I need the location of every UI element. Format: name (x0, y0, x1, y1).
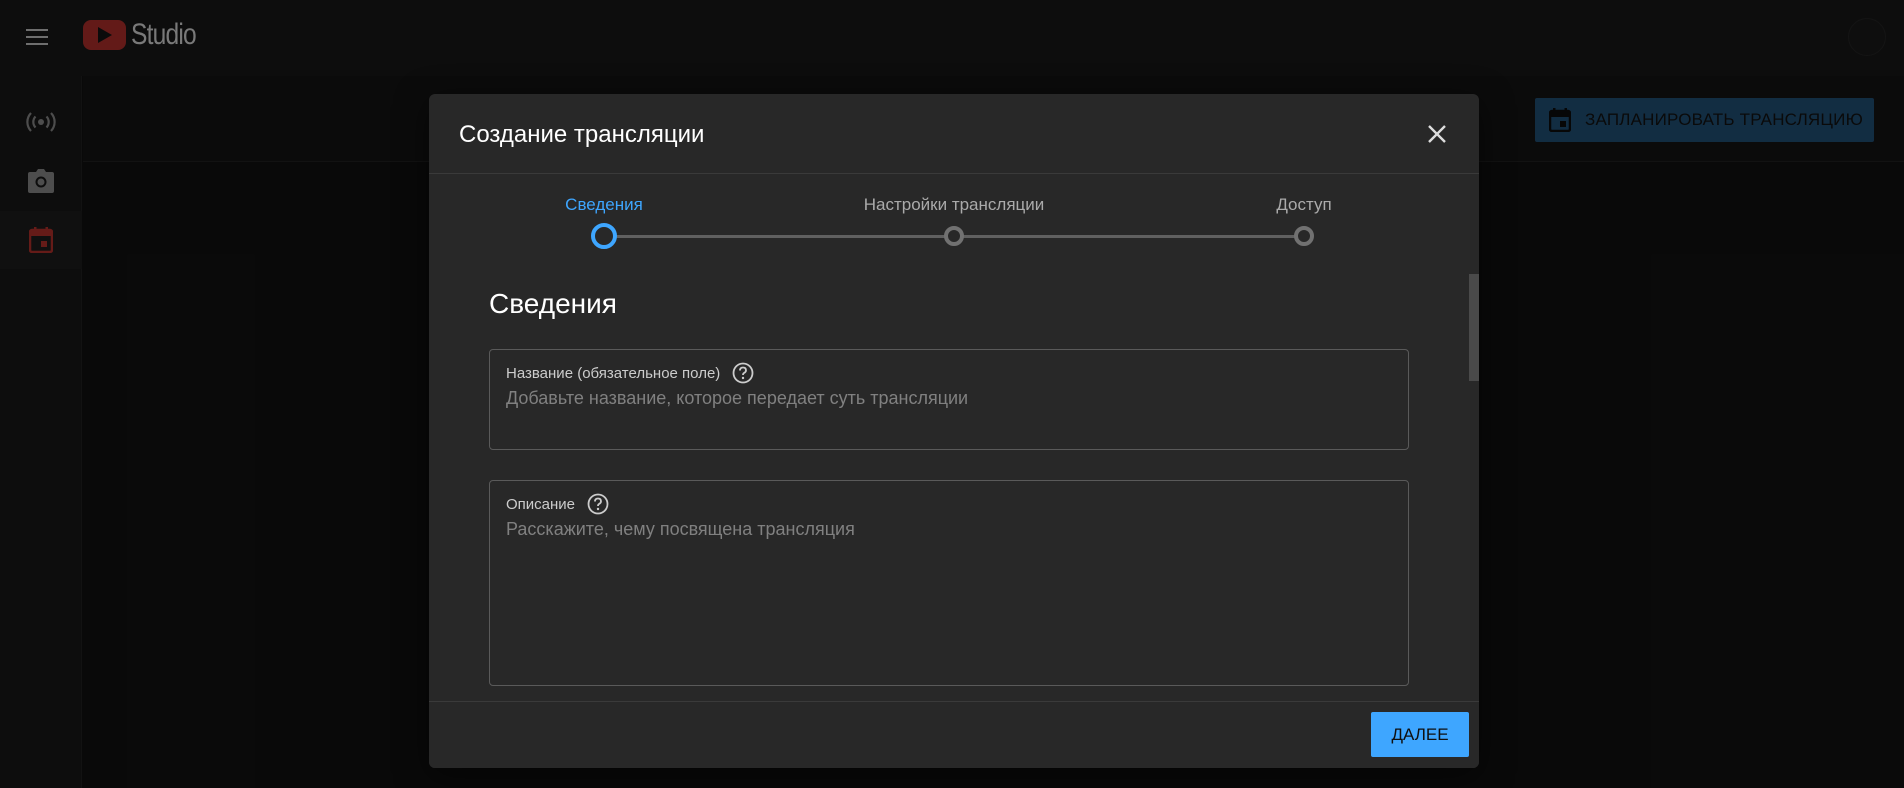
dialog-footer (429, 701, 1479, 768)
close-icon (1428, 125, 1446, 143)
close-dialog-button[interactable] (1419, 116, 1455, 152)
step-label-visibility[interactable]: Доступ (1276, 195, 1331, 215)
section-title: Сведения (489, 288, 617, 319)
step-label-details[interactable]: Сведения (565, 195, 643, 215)
dialog-header: Создание трансляции (429, 94, 1479, 174)
step-dot-details[interactable] (591, 223, 617, 249)
next-button[interactable]: ДАЛЕЕ (1371, 712, 1469, 757)
step-dot-stream-settings[interactable] (944, 226, 964, 246)
create-stream-dialog: Создание трансляции Сведения Настройки т… (429, 94, 1479, 768)
description-field-label: Описание (506, 495, 576, 513)
description-input[interactable] (506, 519, 1386, 669)
title-field[interactable]: Название (обязательное поле) (489, 349, 1409, 450)
title-input[interactable] (506, 388, 1386, 409)
dialog-title: Создание трансляции (459, 121, 705, 148)
title-field-label-row: Название (обязательное поле) (506, 362, 754, 384)
dialog-scrollbar-thumb[interactable] (1469, 274, 1479, 381)
step-dot-visibility[interactable] (1294, 226, 1314, 246)
help-icon[interactable] (587, 493, 609, 515)
help-icon[interactable] (732, 362, 754, 384)
title-field-label: Название (обязательное поле) (506, 364, 721, 382)
description-field[interactable]: Описание (489, 480, 1409, 686)
step-label-stream-settings[interactable]: Настройки трансляции (864, 195, 1045, 215)
description-field-label-row: Описание (506, 493, 609, 515)
